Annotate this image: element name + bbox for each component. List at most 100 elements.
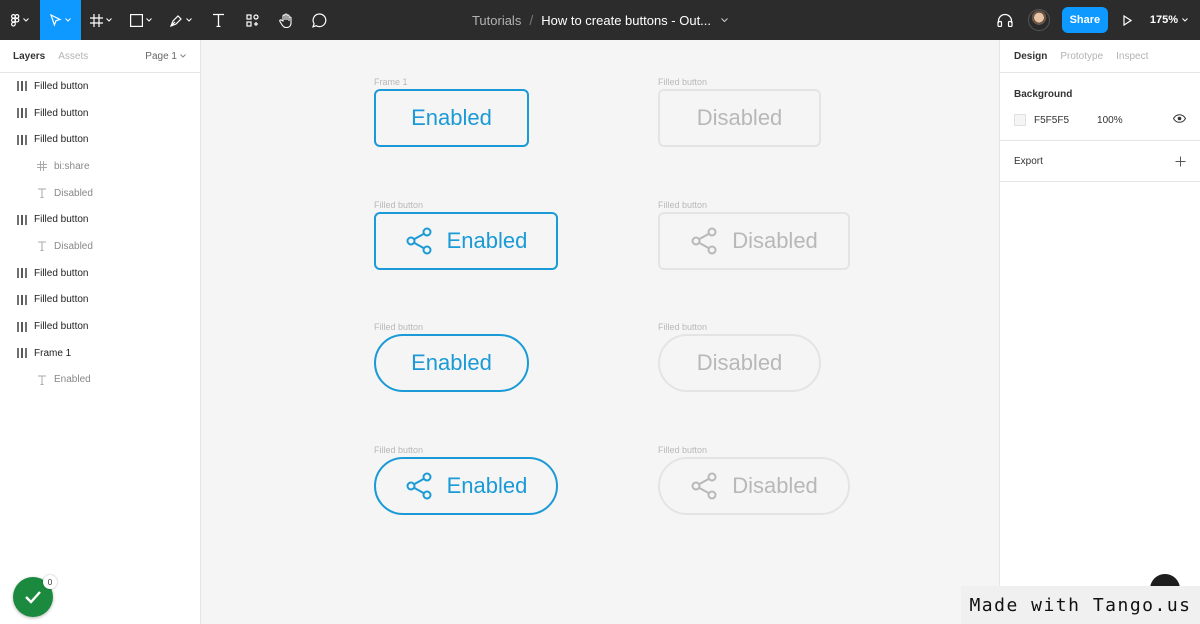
tab-assets[interactable]: Assets [58, 51, 88, 62]
layers-panel: Layers Assets Page 1 Filled button Filled… [0, 40, 201, 624]
background-opacity-input[interactable]: 100% [1097, 115, 1123, 126]
disabled-button-rect[interactable]: Disabled [658, 89, 821, 147]
button-label: Disabled [732, 473, 818, 498]
export-label: Export [1014, 155, 1043, 167]
tab-design[interactable]: Design [1014, 51, 1047, 62]
button-label: Enabled [446, 228, 528, 253]
tab-layers[interactable]: Layers [13, 51, 45, 62]
hand-icon [278, 12, 292, 28]
figma-logo-icon [11, 13, 20, 27]
hash-layer-icon [34, 161, 50, 172]
layer-name: Disabled [54, 187, 93, 199]
enabled-share-button-rect[interactable]: Enabled [374, 212, 558, 270]
breadcrumb-separator: / [529, 12, 534, 28]
enabled-share-button-pill[interactable]: Enabled [374, 457, 558, 515]
layer-item[interactable]: Filled button [0, 313, 200, 340]
breadcrumb-project[interactable]: Tutorials [472, 13, 521, 28]
layer-name: Filled button [34, 80, 89, 92]
frame-label[interactable]: Frame 1 [374, 77, 408, 87]
chevron-down-icon [146, 18, 152, 22]
rectangle-icon [130, 13, 143, 27]
share-icon [691, 227, 717, 255]
frame-label[interactable]: Filled button [658, 445, 707, 455]
layer-name: Enabled [54, 374, 91, 386]
layer-item[interactable]: bi:share [0, 153, 200, 180]
user-avatar[interactable] [1027, 9, 1050, 31]
disabled-share-button-pill[interactable]: Disabled [658, 457, 850, 515]
tab-prototype[interactable]: Prototype [1060, 51, 1103, 62]
frame-label[interactable]: Filled button [658, 77, 707, 87]
button-label: Enabled [446, 473, 528, 498]
eye-visibility-icon[interactable] [1173, 114, 1186, 123]
layers-list: Filled button Filled button Filled button b… [0, 73, 200, 393]
background-hex-input[interactable]: F5F5F5 [1034, 115, 1069, 126]
chevron-down-icon [180, 54, 186, 58]
frame-label[interactable]: Filled button [658, 200, 707, 210]
cursor-arrow-icon [50, 13, 62, 27]
frame-label[interactable]: Filled button [374, 322, 423, 332]
page-selector[interactable]: Page 1 [145, 51, 186, 62]
background-title: Background [1014, 89, 1073, 100]
shape-tool-button[interactable] [121, 0, 161, 40]
frame-layer-icon [14, 348, 30, 359]
pen-tool-button[interactable] [161, 0, 201, 40]
layer-item[interactable]: Disabled [0, 180, 200, 207]
layer-name: Filled button [34, 134, 89, 146]
layer-name: Disabled [54, 240, 93, 252]
frame-label[interactable]: Filled button [658, 322, 707, 332]
play-icon [1123, 14, 1133, 26]
tab-inspect[interactable]: Inspect [1116, 51, 1148, 62]
frame-layer-icon [14, 214, 30, 225]
layer-item[interactable]: Disabled [0, 233, 200, 260]
plus-icon[interactable] [1175, 156, 1186, 167]
chevron-down-icon [186, 18, 192, 22]
layer-item[interactable]: Filled button [0, 126, 200, 153]
chevron-down-icon [23, 18, 29, 22]
frame-layer-icon [14, 134, 30, 145]
layer-item[interactable]: Filled button [0, 206, 200, 233]
share-icon [691, 472, 717, 500]
comment-tool-button[interactable] [302, 0, 336, 40]
frame-layer-icon [14, 294, 30, 305]
frame-tool-button[interactable] [81, 0, 121, 40]
layer-name: Filled button [34, 294, 89, 306]
layer-item[interactable]: Filled button [0, 73, 200, 100]
file-name[interactable]: How to create buttons - Out... [541, 13, 711, 28]
frame-label[interactable]: Filled button [374, 200, 423, 210]
layer-item[interactable]: Filled button [0, 260, 200, 287]
background-swatch[interactable] [1014, 114, 1026, 126]
layer-item[interactable]: Enabled [0, 367, 200, 394]
button-label: Enabled [411, 350, 492, 375]
properties-tabs: Design Prototype Inspect [1000, 40, 1200, 73]
enabled-button-pill[interactable]: Enabled [374, 334, 529, 392]
move-tool-button[interactable] [40, 0, 81, 40]
toolbar: Tutorials / How to create buttons - Out.… [0, 0, 1200, 40]
share-icon [406, 472, 432, 500]
layer-name: Filled button [34, 267, 89, 279]
disabled-share-button-rect[interactable]: Disabled [658, 212, 850, 270]
layer-item[interactable]: Filled button [0, 100, 200, 127]
frame-hash-icon [90, 13, 103, 27]
share-icon [406, 227, 432, 255]
resources-grid-icon [245, 13, 259, 27]
resources-button[interactable] [235, 0, 269, 40]
layer-name: Filled button [34, 321, 89, 333]
zoom-menu[interactable]: 175% [1150, 14, 1188, 26]
present-button[interactable] [1108, 0, 1148, 40]
frame-label[interactable]: Filled button [374, 445, 423, 455]
panel-tabs: Layers Assets Page 1 [0, 40, 200, 73]
main-menu-button[interactable] [0, 0, 40, 40]
text-tool-button[interactable] [201, 0, 235, 40]
button-label: Disabled [696, 350, 783, 375]
disabled-button-pill[interactable]: Disabled [658, 334, 821, 392]
button-label: Disabled [696, 105, 783, 130]
enabled-button-rect[interactable]: Enabled [374, 89, 529, 147]
share-button[interactable]: Share [1061, 7, 1108, 33]
audio-headphones-button[interactable] [994, 0, 1016, 40]
layer-item[interactable]: Frame 1 [0, 340, 200, 367]
hand-tool-button[interactable] [269, 0, 302, 40]
layer-item[interactable]: Filled button [0, 287, 200, 314]
text-layer-icon [34, 188, 50, 199]
design-canvas[interactable]: Frame 1 Enabled Filled button Disabled F… [201, 40, 999, 624]
chevron-down-icon[interactable] [721, 17, 728, 23]
